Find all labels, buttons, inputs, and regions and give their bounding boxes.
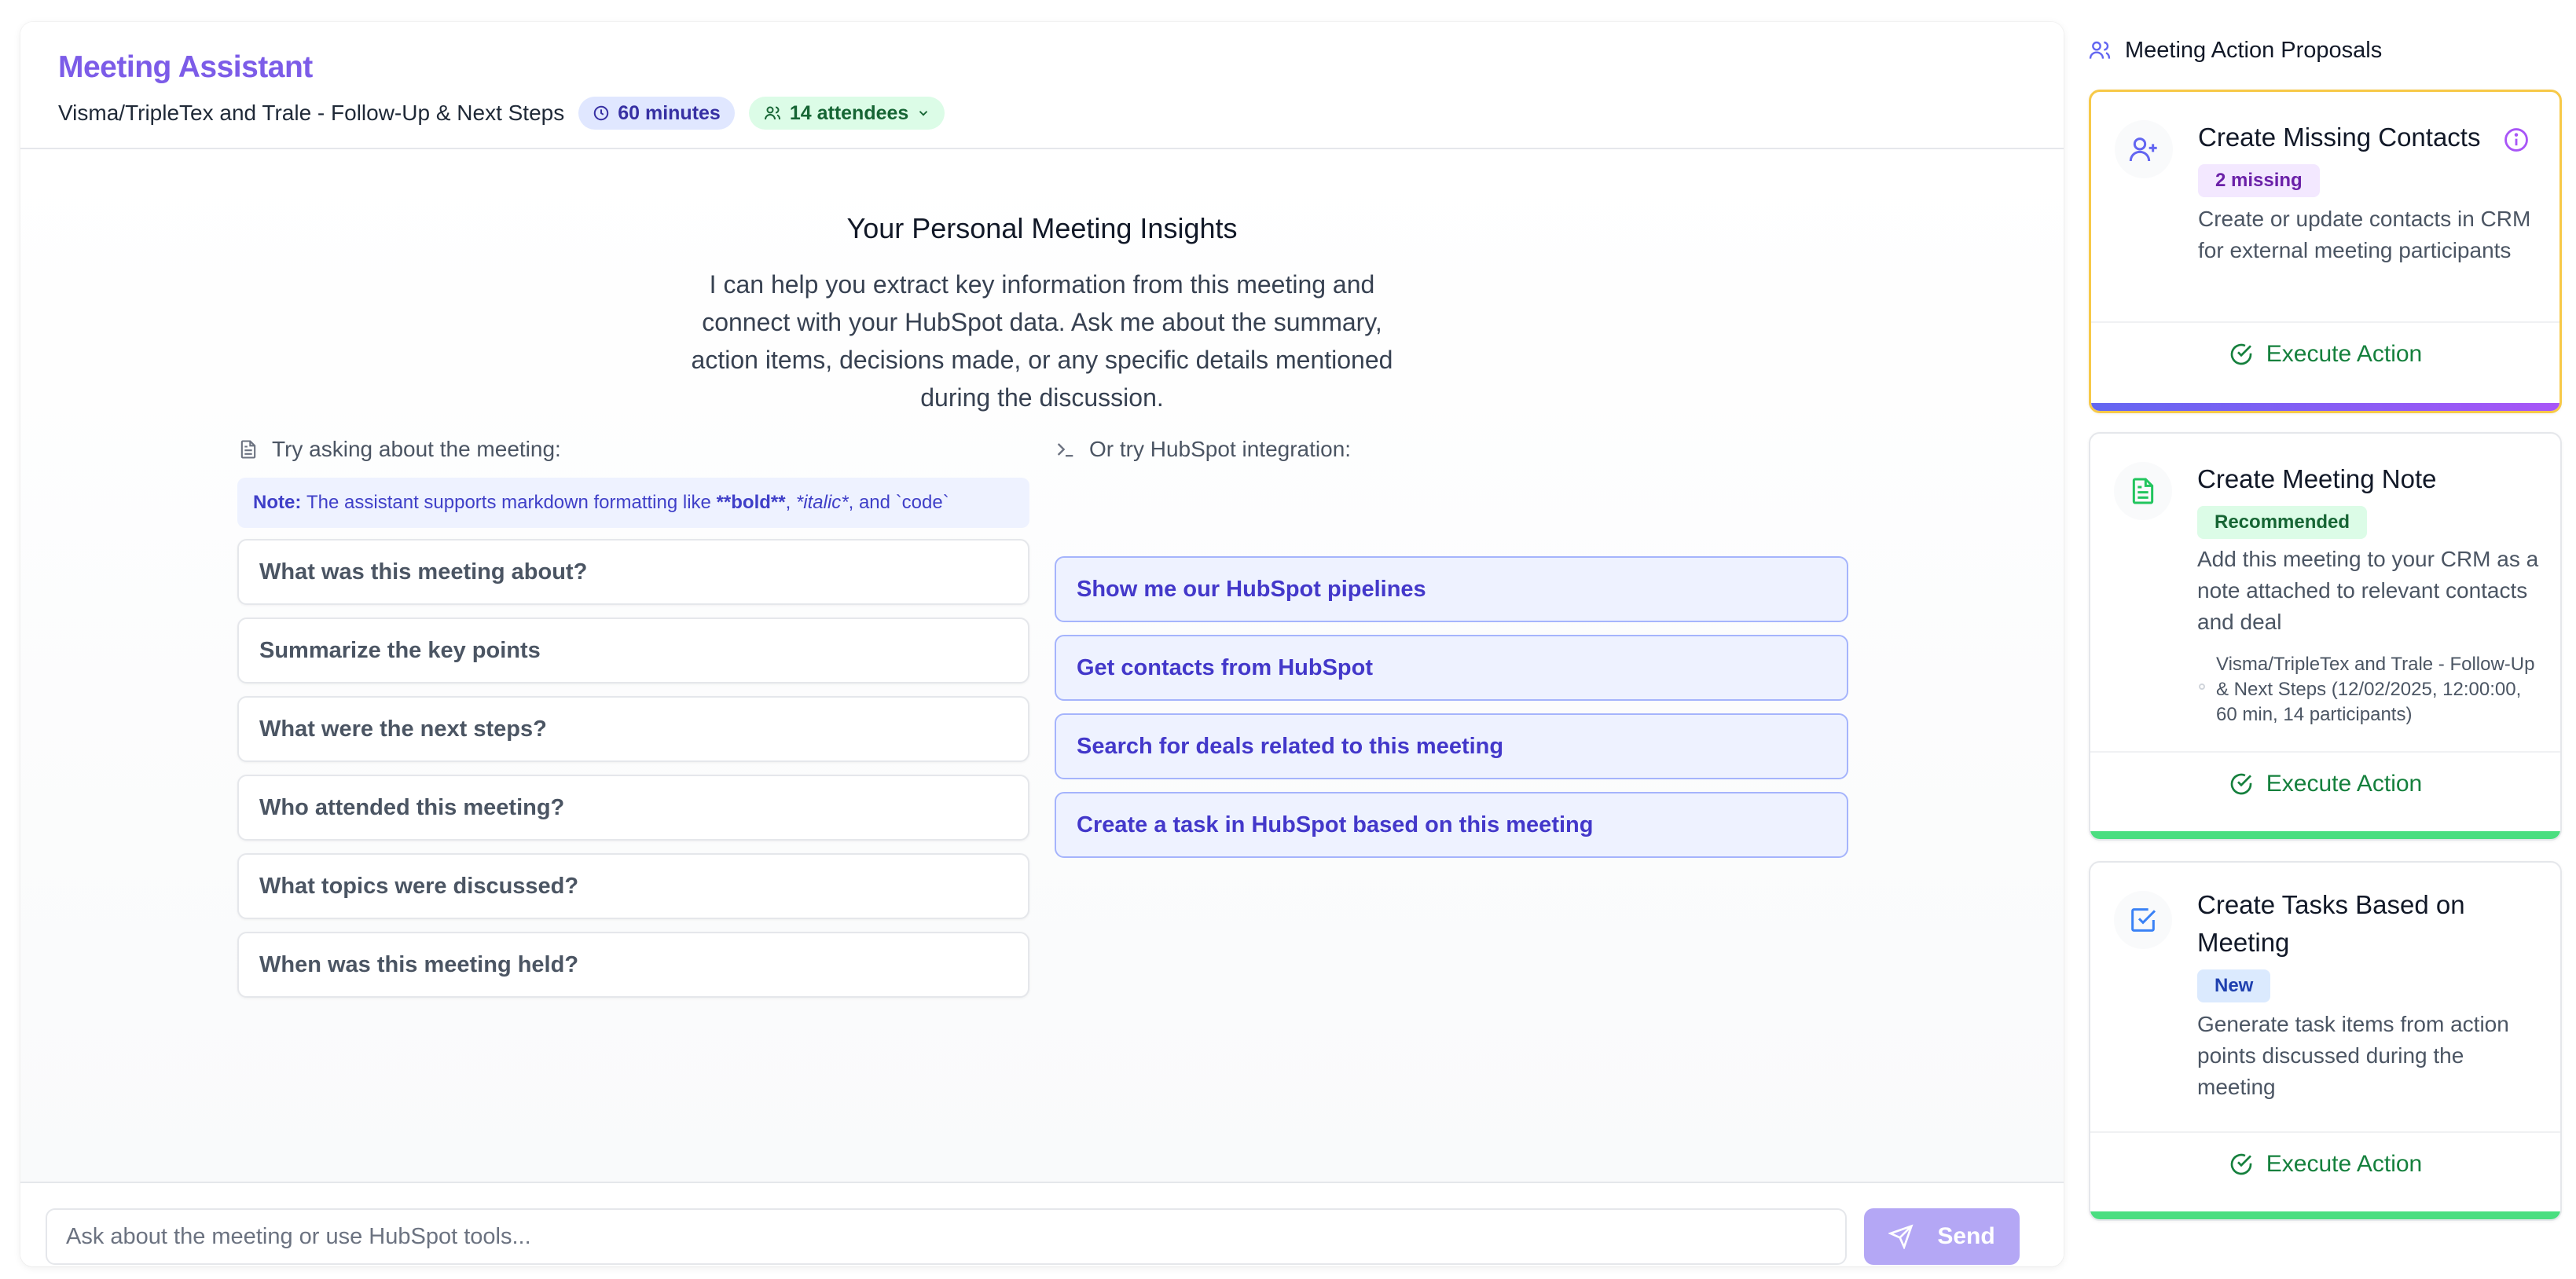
card-title: Create Tasks Based on Meeting xyxy=(2197,890,2465,957)
terminal-icon xyxy=(1057,443,1073,457)
chat-footer: Send xyxy=(20,1182,2064,1266)
meeting-info: Visma/TripleTex and Trale - Follow-Up & … xyxy=(58,96,945,130)
suggestion-hubspot-deals[interactable]: Search for deals related to this meeting xyxy=(1055,713,1848,779)
detail-bullet xyxy=(2199,683,2205,690)
checkbox-icon xyxy=(2131,908,2156,932)
sidebar-heading-label: Meeting Action Proposals xyxy=(2125,37,2383,63)
card-icon-wrap xyxy=(2114,891,2172,949)
hubspot-question-list: Show me our HubSpot pipelines Get contac… xyxy=(1055,556,1848,870)
document-icon xyxy=(240,440,256,459)
meeting-title: Visma/TripleTex and Trale - Follow-Up & … xyxy=(58,101,565,125)
card-title: Create Missing Contacts xyxy=(2198,123,2481,152)
app-title: Meeting Assistant xyxy=(58,50,313,84)
user-plus-icon xyxy=(2129,137,2157,162)
chat-panel: Meeting Assistant Visma/TripleTex and Tr… xyxy=(20,22,2064,1266)
insights-description: I can help you extract key information f… xyxy=(691,270,1393,412)
card-description: Add this meeting to your CRM as a note a… xyxy=(2197,547,2539,634)
suggestion-key-points[interactable]: Summarize the key points xyxy=(237,618,1029,683)
execute-action-label: Execute Action xyxy=(2266,341,2423,367)
send-button[interactable]: Send xyxy=(1864,1208,2020,1265)
execute-action-button[interactable]: Execute Action xyxy=(2091,323,2559,386)
users-icon xyxy=(764,106,780,120)
send-label: Send xyxy=(1937,1223,1995,1249)
note-label: Note: xyxy=(253,492,302,513)
status-badge: Recommended xyxy=(2197,506,2368,539)
card-accent-bar xyxy=(2090,831,2560,839)
duration-badge: 60 minutes xyxy=(578,97,735,130)
chevron-down-icon xyxy=(919,111,928,116)
chat-input[interactable] xyxy=(46,1208,1847,1265)
suggestion-meeting-date[interactable]: When was this meeting held? xyxy=(237,932,1029,998)
chat-body: Your Personal Meeting Insights I can hel… xyxy=(20,149,2064,1182)
suggestion-hubspot-contacts[interactable]: Get contacts from HubSpot xyxy=(1055,635,1848,701)
clock-icon xyxy=(593,105,609,121)
sidebar-heading: Meeting Action Proposals xyxy=(2087,35,2382,66)
status-badge: 2 missing xyxy=(2198,164,2320,197)
info-icon[interactable] xyxy=(2503,126,2530,153)
suggestion-hubspot-pipelines[interactable]: Show me our HubSpot pipelines xyxy=(1055,556,1848,622)
meeting-questions-heading-label: Try asking about the meeting: xyxy=(272,437,561,461)
insights-title: Your Personal Meeting Insights xyxy=(846,212,1238,244)
note-code-example: `code` xyxy=(895,492,949,513)
execute-action-label: Execute Action xyxy=(2266,1151,2423,1177)
hubspot-questions-heading: Or try HubSpot integration: xyxy=(1055,434,1351,465)
action-card-missing-contacts[interactable]: Create Missing Contacts 2 missing Create… xyxy=(2089,90,2562,413)
card-icon-wrap xyxy=(2114,462,2172,520)
check-circle-icon xyxy=(2230,343,2252,365)
chat-header: Meeting Assistant Visma/TripleTex and Tr… xyxy=(20,22,2064,149)
attendees-dropdown[interactable]: 14 attendees xyxy=(748,97,945,130)
suggestion-attendees[interactable]: Who attended this meeting? xyxy=(237,775,1029,841)
suggestion-hubspot-task[interactable]: Create a task in HubSpot based on this m… xyxy=(1055,792,1848,858)
card-accent-bar xyxy=(2090,1211,2560,1219)
note-sep2: , and xyxy=(848,492,891,513)
meeting-questions-heading: Try asking about the meeting: xyxy=(237,434,561,465)
card-icon-wrap xyxy=(2115,120,2173,178)
card-title: Create Meeting Note xyxy=(2197,464,2437,493)
duration-label: 60 minutes xyxy=(618,101,721,124)
execute-action-button[interactable]: Execute Action xyxy=(2090,1133,2560,1196)
meeting-question-list: What was this meeting about? Summarize t… xyxy=(237,539,1029,1010)
users-icon xyxy=(2089,41,2111,59)
hubspot-questions-heading-label: Or try HubSpot integration: xyxy=(1089,437,1352,461)
note-bold-example: **bold** xyxy=(716,492,786,513)
document-icon xyxy=(2132,478,2154,504)
check-circle-icon xyxy=(2230,1153,2252,1175)
markdown-note: Note: The assistant supports markdown fo… xyxy=(237,478,1029,528)
action-card-meeting-note[interactable]: Create Meeting Note Recommended Add this… xyxy=(2089,432,2562,841)
note-italic-example: *italic* xyxy=(795,492,849,513)
attendees-label: 14 attendees xyxy=(789,101,909,124)
card-accent-bar xyxy=(2091,403,2559,411)
note-sep1: , xyxy=(785,492,791,513)
send-icon xyxy=(1888,1224,1914,1249)
execute-action-button[interactable]: Execute Action xyxy=(2090,753,2560,815)
status-badge: New xyxy=(2197,969,2271,1002)
note-text: The assistant supports markdown formatti… xyxy=(306,492,711,513)
execute-action-label: Execute Action xyxy=(2266,771,2423,797)
card-description: Create or update contacts in CRM for ext… xyxy=(2198,207,2531,262)
check-circle-icon xyxy=(2230,773,2252,795)
suggestion-next-steps[interactable]: What were the next steps? xyxy=(237,696,1029,762)
card-detail: Visma/TripleTex and Trale - Follow-Up & … xyxy=(2216,654,2535,725)
suggestion-topics[interactable]: What topics were discussed? xyxy=(237,853,1029,919)
suggestion-meeting-about[interactable]: What was this meeting about? xyxy=(237,539,1029,605)
action-card-create-tasks[interactable]: Create Tasks Based on Meeting New Genera… xyxy=(2089,861,2562,1221)
card-description: Generate task items from action points d… xyxy=(2197,1012,2509,1099)
